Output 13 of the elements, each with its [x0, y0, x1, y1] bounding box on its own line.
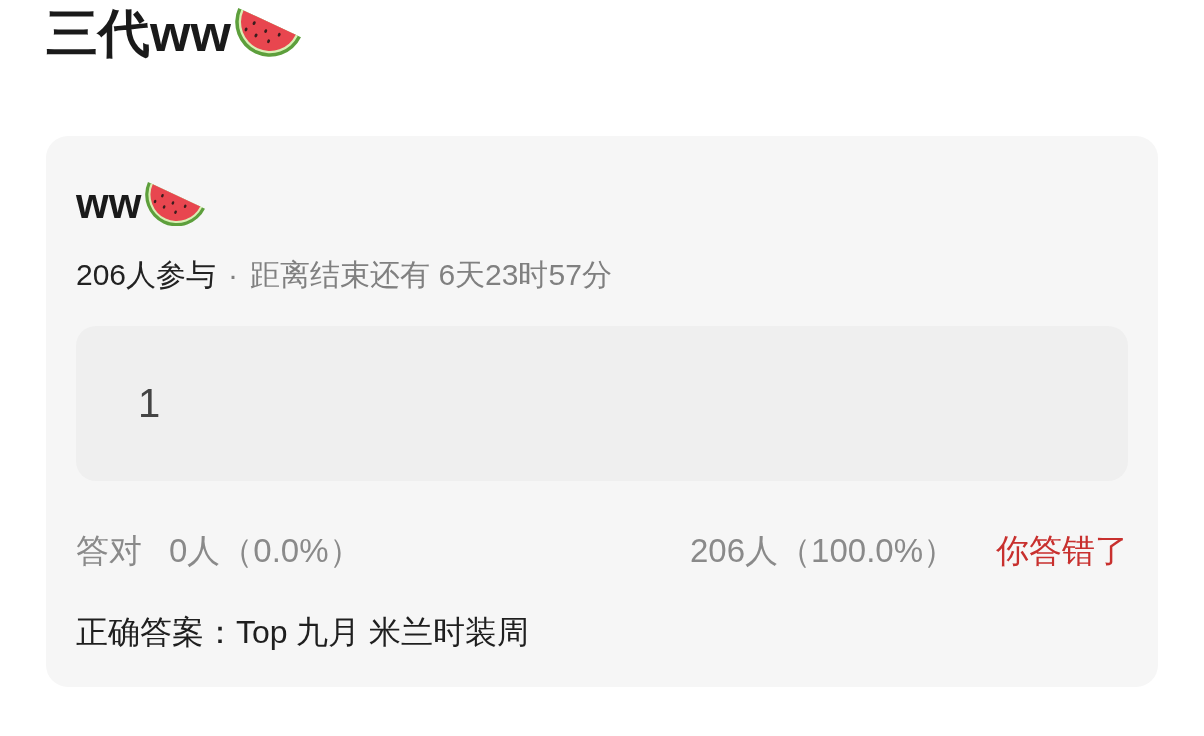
page-title: 三代ww	[46, 3, 231, 63]
countdown-text: 距离结束还有 6天23时57分	[250, 257, 612, 293]
watermelon-icon	[145, 181, 206, 227]
answer-field: 1	[76, 326, 1128, 481]
verdict-text: 你答错了	[996, 531, 1128, 571]
watermelon-icon	[234, 8, 301, 58]
quiz-title: ww	[76, 179, 142, 229]
participant-count: 206人参与	[76, 257, 217, 293]
correct-answer-text: 正确答案：Top 九月 米兰时装周	[76, 613, 531, 652]
correct-label: 答对	[76, 531, 142, 571]
correct-count: 0人（0.0%）	[169, 531, 362, 571]
separator: ·	[228, 257, 239, 293]
wrong-count: 206人（100.0%）	[690, 531, 956, 571]
